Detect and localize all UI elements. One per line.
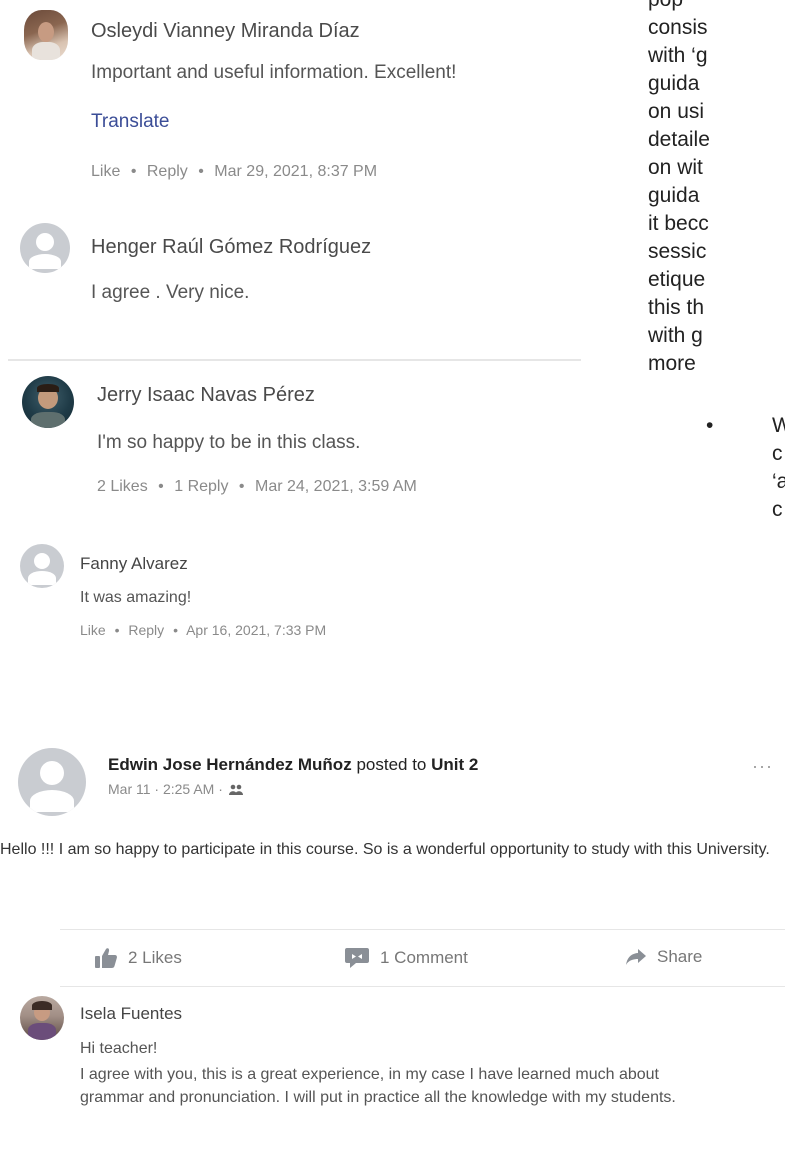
divider bbox=[8, 359, 581, 361]
right-line: it becc bbox=[648, 212, 709, 235]
more-options-button[interactable]: ··· bbox=[752, 756, 773, 777]
share-button[interactable]: Share bbox=[625, 947, 702, 967]
post-timestamp-row: Mar 11 · 2:25 AM · bbox=[108, 781, 243, 797]
comment-text: I agree . Very nice. bbox=[91, 282, 250, 303]
divider bbox=[60, 929, 785, 930]
avatar[interactable] bbox=[24, 10, 68, 60]
reply-text: I agree with you, this is a great experi… bbox=[80, 1066, 676, 1106]
translate-link[interactable]: Translate bbox=[91, 111, 170, 133]
comment-author[interactable]: Fanny Alvarez bbox=[80, 554, 188, 574]
right-line: on wit bbox=[648, 156, 703, 179]
likes-count: 2 Likes bbox=[128, 948, 182, 967]
right-line: with ‘g bbox=[648, 44, 708, 67]
separator: • bbox=[238, 478, 245, 495]
right-line: guida bbox=[648, 184, 700, 207]
bullet: • bbox=[706, 414, 714, 437]
comment-date: Mar 24, 2021, 3:59 AM bbox=[254, 478, 417, 495]
post-author[interactable]: Edwin Jose Hernández Muñoz bbox=[108, 755, 352, 774]
comment-author[interactable]: Osleydi Vianney Miranda Díaz bbox=[91, 20, 360, 43]
comment-meta: Like • Reply • Apr 16, 2021, 7:33 PM bbox=[80, 622, 326, 638]
bullet-line: ‘a bbox=[772, 470, 785, 493]
post-header: Edwin Jose Hernández Muñoz posted to Uni… bbox=[108, 755, 478, 775]
separator: • bbox=[158, 478, 164, 495]
like-link[interactable]: Like bbox=[91, 163, 120, 180]
right-line: guida bbox=[648, 72, 700, 95]
right-line: with g bbox=[648, 324, 703, 347]
like-link[interactable]: Like bbox=[80, 622, 106, 638]
comment-text: Important and useful information. Excell… bbox=[91, 62, 457, 83]
comments-count: 1 Comment bbox=[380, 948, 468, 967]
likes-count[interactable]: 2 Likes bbox=[97, 478, 148, 495]
thumbs-up-icon bbox=[94, 947, 118, 969]
bullet-line: c bbox=[772, 498, 783, 521]
comment-date: Mar 29, 2021, 8:37 PM bbox=[214, 163, 378, 180]
avatar[interactable] bbox=[20, 996, 64, 1040]
like-button[interactable]: 2 Likes bbox=[94, 947, 182, 969]
right-line: etique bbox=[648, 268, 706, 291]
share-arrow-icon bbox=[625, 948, 647, 966]
post-timestamp[interactable]: Mar 11 · 2:25 AM · bbox=[108, 781, 223, 797]
reply-link[interactable]: Reply bbox=[147, 163, 188, 180]
right-line: on usi bbox=[648, 100, 705, 123]
separator: • bbox=[130, 163, 137, 180]
avatar[interactable] bbox=[20, 223, 70, 273]
share-label: Share bbox=[657, 947, 703, 966]
avatar[interactable] bbox=[18, 748, 86, 816]
comment-button[interactable]: 1 Comment bbox=[344, 947, 468, 969]
comment-meta: Like • Reply • Mar 29, 2021, 8:37 PM bbox=[91, 163, 377, 181]
comment-meta: 2 Likes • 1 Reply • Mar 24, 2021, 3:59 A… bbox=[97, 478, 417, 496]
reply-author[interactable]: Isela Fuentes bbox=[80, 1004, 182, 1024]
bullet-line: c bbox=[772, 442, 783, 465]
right-line: more bbox=[648, 352, 696, 375]
right-line: this th bbox=[648, 296, 705, 319]
right-line: sessic bbox=[648, 240, 707, 263]
replies-count[interactable]: 1 Reply bbox=[174, 478, 228, 495]
post-body: Hello !!! I am so happy to participate i… bbox=[0, 841, 770, 858]
bullet-line: W bbox=[772, 414, 785, 437]
right-line: consis bbox=[648, 16, 708, 39]
separator: • bbox=[198, 163, 204, 180]
post-group-link[interactable]: Unit 2 bbox=[431, 755, 478, 774]
comment-author[interactable]: Jerry Isaac Navas Pérez bbox=[97, 384, 315, 407]
comment-icon bbox=[344, 947, 370, 969]
divider bbox=[60, 986, 785, 987]
right-line: pop bbox=[648, 0, 683, 14]
avatar[interactable] bbox=[22, 376, 74, 428]
audience-icon[interactable] bbox=[228, 783, 243, 795]
comment-author[interactable]: Henger Raúl Gómez Rodríguez bbox=[91, 236, 371, 259]
right-line: detaile bbox=[648, 128, 710, 151]
posted-to-label: posted to bbox=[356, 755, 427, 774]
reply-greeting: Hi teacher! bbox=[80, 1040, 158, 1057]
avatar[interactable] bbox=[20, 544, 64, 588]
comment-text: It was amazing! bbox=[80, 589, 192, 606]
separator: • bbox=[173, 622, 178, 638]
separator: • bbox=[114, 622, 120, 638]
comment-date: Apr 16, 2021, 7:33 PM bbox=[186, 622, 327, 638]
reply-link[interactable]: Reply bbox=[128, 622, 164, 638]
comment-text: I'm so happy to be in this class. bbox=[97, 432, 361, 453]
